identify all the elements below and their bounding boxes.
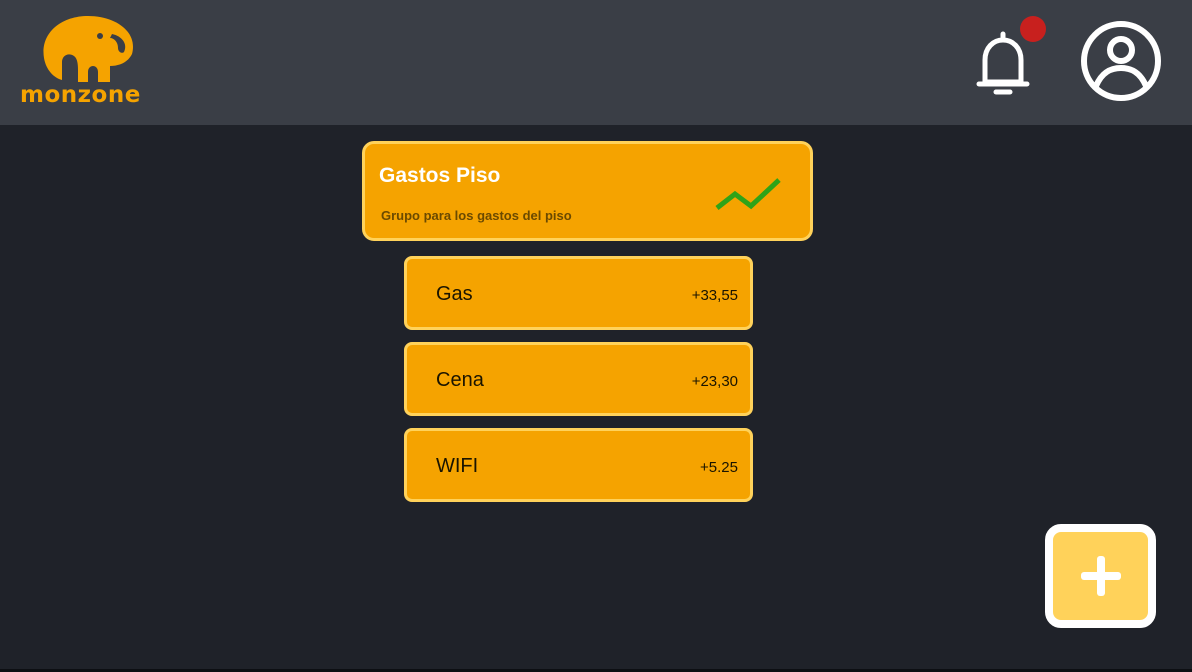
bell-icon bbox=[976, 31, 1030, 95]
expense-amount: +23,30 bbox=[691, 373, 738, 390]
group-card[interactable]: Gastos Piso Grupo para los gastos del pi… bbox=[362, 141, 813, 241]
expense-item-gas[interactable]: Gas +33,55 bbox=[404, 256, 753, 330]
expense-item-wifi[interactable]: WIFI +5.25 bbox=[404, 428, 753, 502]
logo-text: monzone bbox=[20, 82, 141, 108]
profile-button[interactable] bbox=[1080, 20, 1162, 102]
group-title: Gastos Piso bbox=[379, 164, 501, 187]
add-expense-button[interactable] bbox=[1045, 524, 1156, 628]
expense-amount: +33,55 bbox=[691, 287, 738, 304]
notifications-button[interactable] bbox=[974, 30, 1032, 100]
expense-item-cena[interactable]: Cena +23,30 bbox=[404, 342, 753, 416]
notification-badge bbox=[1020, 16, 1046, 42]
monzone-logo[interactable]: monzone bbox=[20, 14, 156, 110]
group-subtitle: Grupo para los gastos del piso bbox=[381, 208, 572, 223]
user-profile-icon bbox=[1081, 21, 1161, 101]
app-header: monzone bbox=[0, 0, 1192, 125]
elephant-logo-icon bbox=[43, 16, 133, 82]
expense-name: Cena bbox=[436, 369, 484, 391]
expense-name: WIFI bbox=[436, 455, 479, 477]
trend-up-icon bbox=[715, 178, 781, 210]
plus-icon bbox=[1081, 556, 1121, 596]
expense-name: Gas bbox=[436, 283, 473, 305]
expense-amount: +5.25 bbox=[700, 459, 738, 476]
